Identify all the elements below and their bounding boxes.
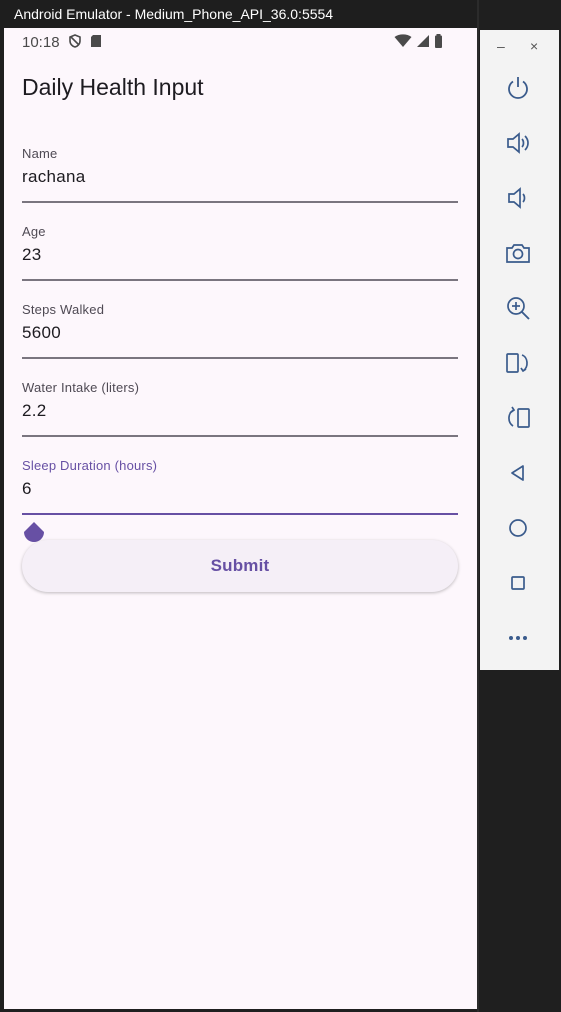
volume-down-icon [508, 187, 526, 209]
water-field[interactable]: Water Intake (liters) 2.2 [22, 380, 458, 437]
wifi-icon [394, 34, 412, 47]
sd-card-icon [91, 35, 101, 47]
submit-button[interactable]: Submit [22, 540, 458, 592]
phone-screen: 10:18 Daily Health Input Name rachana Ag… [4, 28, 477, 1009]
sleep-field-value[interactable]: 6 [22, 479, 458, 499]
status-time: 10:18 [22, 34, 60, 51]
age-field-value[interactable]: 23 [22, 245, 458, 265]
sleep-field-label: Sleep Duration (hours) [22, 458, 158, 473]
emulator-toolbar: – × [480, 30, 559, 670]
minimize-button[interactable]: – [497, 38, 505, 54]
power-icon [508, 77, 528, 99]
age-field-underline [22, 279, 458, 281]
name-field[interactable]: Name rachana [22, 146, 458, 203]
camera-icon [506, 244, 530, 263]
battery-icon [435, 34, 442, 48]
steps-field-underline [22, 357, 458, 359]
age-field[interactable]: Age 23 [22, 224, 458, 281]
rotate-left-button[interactable] [502, 347, 534, 379]
volume-up-button[interactable] [502, 127, 534, 159]
window-divider [477, 0, 479, 1012]
name-field-underline [22, 201, 458, 203]
name-field-value[interactable]: rachana [22, 167, 458, 187]
signal-icon [417, 35, 429, 47]
home-icon [509, 519, 527, 537]
sleep-field-underline [22, 513, 458, 515]
emulator-title: Android Emulator - Medium_Phone_API_36.0… [14, 6, 334, 22]
zoom-button[interactable] [502, 292, 534, 324]
screenshot-button[interactable] [502, 237, 534, 269]
sleep-field[interactable]: Sleep Duration (hours) 6 [22, 458, 458, 515]
rotate-right-icon [508, 406, 530, 428]
home-button[interactable] [502, 512, 534, 544]
age-field-label: Age [22, 224, 46, 239]
back-icon [511, 465, 524, 481]
page-title: Daily Health Input [22, 74, 204, 100]
name-field-label: Name [22, 146, 58, 161]
steps-field-value[interactable]: 5600 [22, 323, 458, 343]
steps-field-label: Steps Walked [22, 302, 105, 317]
rotate-left-icon [506, 353, 528, 373]
close-button[interactable]: × [530, 38, 538, 54]
steps-field[interactable]: Steps Walked 5600 [22, 302, 458, 359]
power-button[interactable] [502, 72, 534, 104]
shield-icon [69, 34, 81, 48]
water-field-value[interactable]: 2.2 [22, 401, 458, 421]
back-button[interactable] [502, 457, 534, 489]
overview-button[interactable] [502, 567, 534, 599]
rotate-right-button[interactable] [502, 402, 534, 434]
water-field-underline [22, 435, 458, 437]
water-field-label: Water Intake (liters) [22, 380, 140, 395]
more-icon [509, 636, 527, 640]
overview-icon [511, 576, 525, 590]
emulator-title-bar: Android Emulator - Medium_Phone_API_36.0… [0, 0, 478, 28]
volume-up-icon [507, 132, 529, 154]
status-bar: 10:18 [4, 28, 477, 56]
more-button[interactable] [502, 622, 534, 654]
zoom-icon [507, 297, 530, 320]
volume-down-button[interactable] [502, 182, 534, 214]
